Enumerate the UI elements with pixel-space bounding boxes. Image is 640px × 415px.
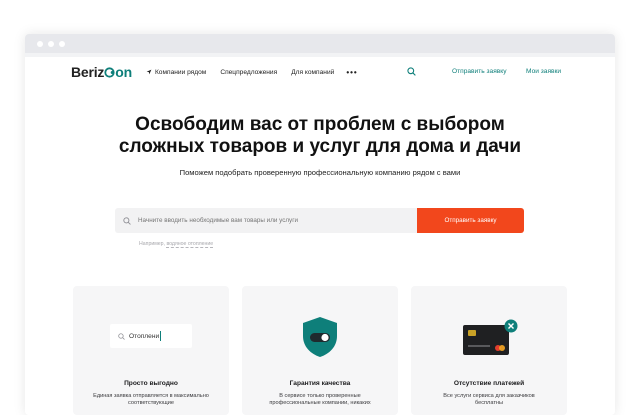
window-dot[interactable] (37, 40, 43, 47)
location-arrow-icon (146, 69, 152, 75)
search-box (115, 208, 417, 233)
demo-search-field: Отоплени (110, 324, 192, 348)
browser-window: Beriz on Компании рядом Спецпредложения (25, 34, 615, 415)
send-request-link[interactable]: Отправить заявку (452, 68, 507, 75)
text-caret (160, 331, 162, 341)
hero-title: Освободим вас от проблем с выбором сложн… (25, 114, 615, 158)
more-icon[interactable]: ••• (346, 68, 357, 77)
nav-item-label: Компании рядом (154, 68, 207, 76)
hero-title-line: сложных товаров и услуг для дома и дачи (118, 136, 522, 157)
search-input[interactable] (138, 217, 408, 224)
logo-text-on: on (115, 64, 132, 80)
feature-card: Отсутствие платежей Все услуги сервиса д… (411, 286, 567, 415)
shield-icon (303, 317, 337, 357)
credit-card-icon (463, 319, 518, 355)
card-title: Гарантия качества (289, 380, 351, 387)
card-text: В сервисе только проверенные профессиона… (269, 393, 371, 406)
card-text: Все услуги сервиса для заказчиков беспла… (443, 393, 535, 406)
logo-mark-icon (104, 66, 115, 78)
page-viewport: Beriz on Компании рядом Спецпредложения (25, 57, 615, 415)
nav-item-nearby[interactable]: Компании рядом (146, 69, 206, 76)
card-title: Отсутствие платежей (453, 380, 525, 387)
browser-titlebar (25, 34, 615, 53)
hero-title-line: Освободим вас от проблем с выбором (135, 114, 505, 135)
search-icon (118, 332, 125, 340)
search-hint: Например, водяное отопление (139, 241, 214, 248)
site-header: Beriz on Компании рядом Спецпредложения (25, 57, 615, 87)
search-icon[interactable] (407, 67, 416, 76)
send-request-button[interactable]: Отправить заявку (417, 208, 524, 233)
nav-item-offers[interactable]: Спецпредложения (220, 69, 277, 76)
hint-prefix: Например, (139, 241, 166, 247)
nav-item-companies[interactable]: Для компаний (291, 69, 334, 76)
feature-card: Отоплени Просто выгодно Единая заявка от… (73, 286, 229, 415)
hint-example-link[interactable]: водяное отопление (166, 241, 214, 248)
nav-item-label: Спецпредложения (220, 68, 278, 76)
my-requests-link[interactable]: Мои заявки (526, 68, 561, 75)
search-icon (123, 216, 131, 225)
card-text: Единая заявка отправляется в максимально… (93, 393, 209, 406)
card-title: Просто выгодно (124, 380, 178, 387)
hero-subtitle: Поможем подобрать проверенную профессион… (179, 168, 461, 177)
window-dot[interactable] (59, 40, 65, 47)
main-nav: Компании рядом Спецпредложения Для компа… (146, 68, 358, 77)
feature-card: Гарантия качества В сервисе только прове… (242, 286, 398, 415)
nav-item-label: Для компаний (291, 68, 335, 76)
window-dot[interactable] (48, 40, 54, 47)
demo-search-text: Отоплени (129, 332, 160, 340)
logo[interactable]: Beriz on (71, 64, 132, 80)
logo-text: Beriz (71, 64, 105, 80)
